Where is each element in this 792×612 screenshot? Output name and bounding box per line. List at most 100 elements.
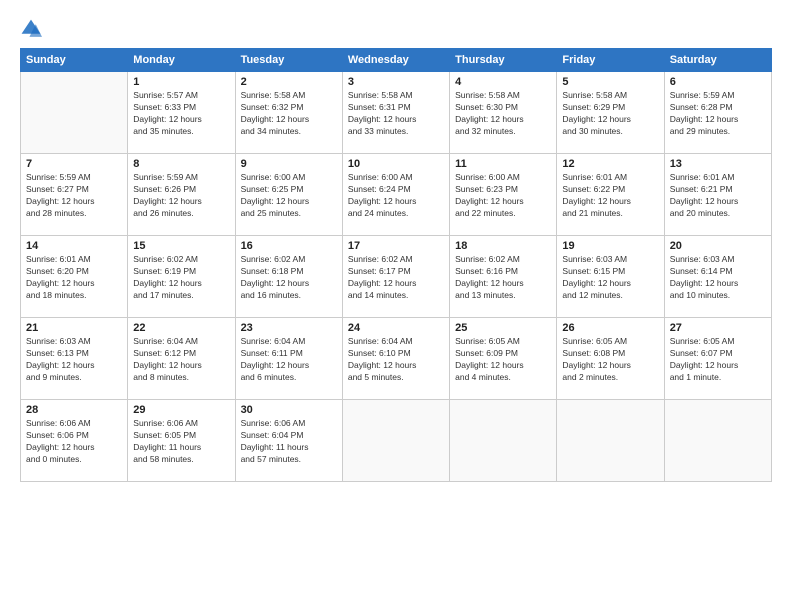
calendar-cell: 3 Sunrise: 5:58 AM Sunset: 6:31 PM Daylig… [342, 72, 449, 154]
day-info: Sunrise: 6:00 AM Sunset: 6:24 PM Dayligh… [348, 172, 444, 220]
weekday-header-row: SundayMondayTuesdayWednesdayThursdayFrid… [21, 49, 772, 72]
day-number: 7 [26, 158, 122, 170]
day-number: 17 [348, 240, 444, 252]
calendar-cell: 29Sunrise: 6:06 AM Sunset: 6:05 PM Dayli… [128, 400, 235, 482]
calendar-cell: 9 Sunrise: 6:00 AM Sunset: 6:25 PM Daylig… [235, 154, 342, 236]
calendar-cell [450, 400, 557, 482]
day-number: 6 [670, 76, 766, 88]
day-number: 30 [241, 404, 337, 416]
calendar-cell: 21 Sunrise: 6:03 AM Sunset: 6:13 PM Dayli… [21, 318, 128, 400]
calendar-week-row: 14 Sunrise: 6:01 AM Sunset: 6:20 PM Dayli… [21, 236, 772, 318]
day-number: 15 [133, 240, 229, 252]
weekday-header: Thursday [450, 49, 557, 72]
day-number: 20 [670, 240, 766, 252]
calendar-cell: 4Sunrise: 5:58 AM Sunset: 6:30 PM Daylig… [450, 72, 557, 154]
day-number: 21 [26, 322, 122, 334]
calendar-cell: 5 Sunrise: 5:58 AM Sunset: 6:29 PM Daylig… [557, 72, 664, 154]
calendar-cell: 22 Sunrise: 6:04 AM Sunset: 6:12 PM Dayli… [128, 318, 235, 400]
day-number: 28 [26, 404, 122, 416]
day-number: 2 [241, 76, 337, 88]
calendar-cell [664, 400, 771, 482]
weekday-header: Saturday [664, 49, 771, 72]
day-info: Sunrise: 5:59 AM Sunset: 6:28 PM Dayligh… [670, 90, 766, 138]
calendar-cell: 28 Sunrise: 6:06 AM Sunset: 6:06 PM Dayli… [21, 400, 128, 482]
day-info: Sunrise: 6:03 AM Sunset: 6:15 PM Dayligh… [562, 254, 658, 302]
day-info: Sunrise: 6:05 AM Sunset: 6:07 PM Dayligh… [670, 336, 766, 384]
day-number: 19 [562, 240, 658, 252]
day-info: Sunrise: 6:04 AM Sunset: 6:11 PM Dayligh… [241, 336, 337, 384]
day-number: 27 [670, 322, 766, 334]
calendar-week-row: 21 Sunrise: 6:03 AM Sunset: 6:13 PM Dayli… [21, 318, 772, 400]
calendar-cell: 15Sunrise: 6:02 AM Sunset: 6:19 PM Dayli… [128, 236, 235, 318]
calendar-cell: 2Sunrise: 5:58 AM Sunset: 6:32 PM Daylig… [235, 72, 342, 154]
day-info: Sunrise: 6:04 AM Sunset: 6:12 PM Dayligh… [133, 336, 229, 384]
day-info: Sunrise: 6:05 AM Sunset: 6:08 PM Dayligh… [562, 336, 658, 384]
day-info: Sunrise: 6:04 AM Sunset: 6:10 PM Dayligh… [348, 336, 444, 384]
calendar-cell: 25 Sunrise: 6:05 AM Sunset: 6:09 PM Dayli… [450, 318, 557, 400]
day-number: 16 [241, 240, 337, 252]
calendar-cell: 11Sunrise: 6:00 AM Sunset: 6:23 PM Dayli… [450, 154, 557, 236]
calendar-cell: 30 Sunrise: 6:06 AM Sunset: 6:04 PM Dayli… [235, 400, 342, 482]
day-number: 8 [133, 158, 229, 170]
day-number: 24 [348, 322, 444, 334]
day-info: Sunrise: 6:06 AM Sunset: 6:05 PM Dayligh… [133, 418, 229, 466]
weekday-header: Wednesday [342, 49, 449, 72]
day-number: 12 [562, 158, 658, 170]
calendar-cell [342, 400, 449, 482]
calendar-cell: 16 Sunrise: 6:02 AM Sunset: 6:18 PM Dayli… [235, 236, 342, 318]
day-number: 13 [670, 158, 766, 170]
calendar-table: SundayMondayTuesdayWednesdayThursdayFrid… [20, 48, 772, 482]
day-number: 22 [133, 322, 229, 334]
day-info: Sunrise: 6:00 AM Sunset: 6:23 PM Dayligh… [455, 172, 551, 220]
day-info: Sunrise: 6:03 AM Sunset: 6:14 PM Dayligh… [670, 254, 766, 302]
day-info: Sunrise: 5:58 AM Sunset: 6:30 PM Dayligh… [455, 90, 551, 138]
day-number: 3 [348, 76, 444, 88]
day-info: Sunrise: 5:58 AM Sunset: 6:29 PM Dayligh… [562, 90, 658, 138]
calendar-cell: 10Sunrise: 6:00 AM Sunset: 6:24 PM Dayli… [342, 154, 449, 236]
calendar-cell: 26 Sunrise: 6:05 AM Sunset: 6:08 PM Dayli… [557, 318, 664, 400]
day-info: Sunrise: 6:06 AM Sunset: 6:04 PM Dayligh… [241, 418, 337, 466]
day-info: Sunrise: 6:03 AM Sunset: 6:13 PM Dayligh… [26, 336, 122, 384]
calendar-cell: 8 Sunrise: 5:59 AM Sunset: 6:26 PM Daylig… [128, 154, 235, 236]
calendar-cell: 18 Sunrise: 6:02 AM Sunset: 6:16 PM Dayli… [450, 236, 557, 318]
calendar-cell: 12 Sunrise: 6:01 AM Sunset: 6:22 PM Dayli… [557, 154, 664, 236]
calendar-cell [557, 400, 664, 482]
day-number: 23 [241, 322, 337, 334]
day-info: Sunrise: 6:02 AM Sunset: 6:18 PM Dayligh… [241, 254, 337, 302]
weekday-header: Tuesday [235, 49, 342, 72]
calendar-cell: 13 Sunrise: 6:01 AM Sunset: 6:21 PM Dayli… [664, 154, 771, 236]
page: SundayMondayTuesdayWednesdayThursdayFrid… [0, 0, 792, 612]
weekday-header: Friday [557, 49, 664, 72]
day-info: Sunrise: 6:01 AM Sunset: 6:20 PM Dayligh… [26, 254, 122, 302]
calendar-cell: 17 Sunrise: 6:02 AM Sunset: 6:17 PM Dayli… [342, 236, 449, 318]
day-number: 26 [562, 322, 658, 334]
weekday-header: Monday [128, 49, 235, 72]
calendar-cell: 19 Sunrise: 6:03 AM Sunset: 6:15 PM Dayli… [557, 236, 664, 318]
day-info: Sunrise: 6:02 AM Sunset: 6:17 PM Dayligh… [348, 254, 444, 302]
day-number: 25 [455, 322, 551, 334]
day-number: 18 [455, 240, 551, 252]
day-number: 14 [26, 240, 122, 252]
logo [20, 18, 46, 40]
calendar-cell: 27 Sunrise: 6:05 AM Sunset: 6:07 PM Dayli… [664, 318, 771, 400]
day-info: Sunrise: 6:02 AM Sunset: 6:16 PM Dayligh… [455, 254, 551, 302]
day-info: Sunrise: 5:59 AM Sunset: 6:27 PM Dayligh… [26, 172, 122, 220]
calendar-cell [21, 72, 128, 154]
logo-icon [20, 18, 42, 40]
day-info: Sunrise: 6:00 AM Sunset: 6:25 PM Dayligh… [241, 172, 337, 220]
day-info: Sunrise: 5:58 AM Sunset: 6:31 PM Dayligh… [348, 90, 444, 138]
day-number: 9 [241, 158, 337, 170]
day-info: Sunrise: 5:59 AM Sunset: 6:26 PM Dayligh… [133, 172, 229, 220]
day-number: 1 [133, 76, 229, 88]
day-number: 5 [562, 76, 658, 88]
day-info: Sunrise: 6:06 AM Sunset: 6:06 PM Dayligh… [26, 418, 122, 466]
day-info: Sunrise: 6:01 AM Sunset: 6:21 PM Dayligh… [670, 172, 766, 220]
calendar-week-row: 28 Sunrise: 6:06 AM Sunset: 6:06 PM Dayli… [21, 400, 772, 482]
header [20, 18, 772, 40]
calendar-cell: 7 Sunrise: 5:59 AM Sunset: 6:27 PM Daylig… [21, 154, 128, 236]
day-info: Sunrise: 5:57 AM Sunset: 6:33 PM Dayligh… [133, 90, 229, 138]
day-info: Sunrise: 6:01 AM Sunset: 6:22 PM Dayligh… [562, 172, 658, 220]
calendar-cell: 20 Sunrise: 6:03 AM Sunset: 6:14 PM Dayli… [664, 236, 771, 318]
day-info: Sunrise: 6:05 AM Sunset: 6:09 PM Dayligh… [455, 336, 551, 384]
calendar-cell: 14 Sunrise: 6:01 AM Sunset: 6:20 PM Dayli… [21, 236, 128, 318]
